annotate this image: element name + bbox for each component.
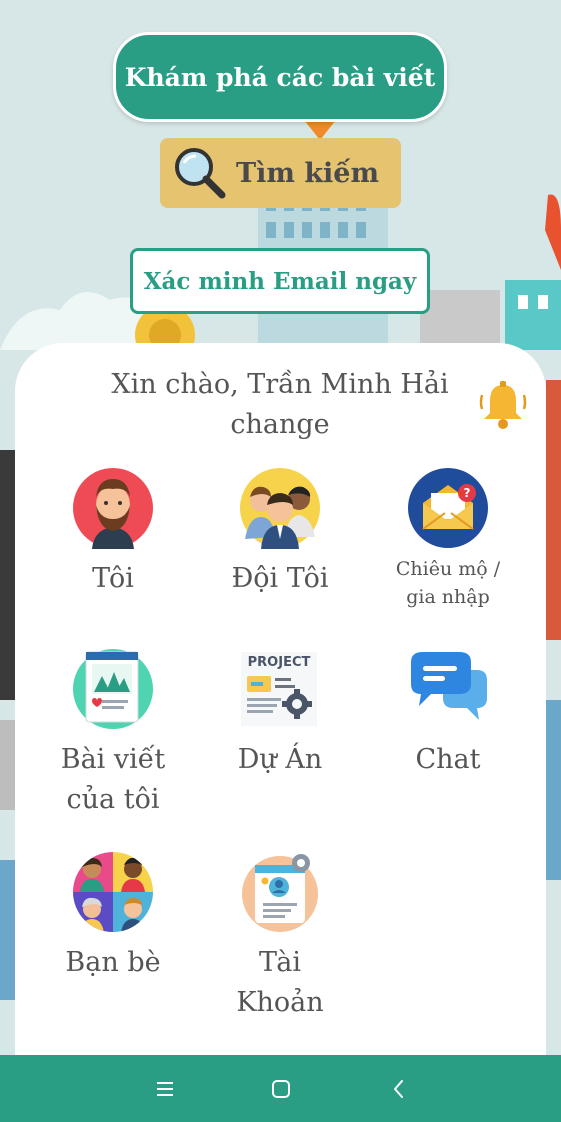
menu-item-account-label: Tài Khoản: [195, 943, 365, 1023]
my-posts-line2: của tôi: [66, 784, 160, 815]
verify-email-button[interactable]: Xác minh Email ngay: [130, 248, 430, 314]
explore-posts-button[interactable]: Khám phá các bài viết: [113, 32, 447, 122]
menu-item-me[interactable]: Tôi: [28, 467, 198, 599]
menu-item-friends[interactable]: Bạn bè: [28, 851, 198, 983]
envelope-question-icon: ?: [408, 468, 488, 548]
menu-item-friends-label: Bạn bè: [65, 947, 161, 978]
greeting-name: Xin chào, Trần Minh Hải: [111, 369, 449, 400]
account-line1: Tài: [259, 947, 301, 978]
menu-item-chat-label: Chat: [415, 744, 481, 775]
bearded-man-avatar-icon: [73, 468, 153, 549]
chat-bubbles-icon: [411, 652, 487, 720]
svg-text:?: ?: [464, 486, 471, 500]
account-profile-icon: [242, 854, 318, 932]
menu-item-chat[interactable]: Chat: [363, 648, 533, 780]
my-posts-line1: Bài viết: [60, 744, 166, 775]
main-menu-card: Xin chào, Trần Minh Hải change Tôi Đội T…: [15, 343, 546, 1058]
menu-item-projects-label: Dự Án: [237, 744, 323, 775]
menu-item-projects[interactable]: PROJECT Dự Án: [195, 648, 365, 780]
recruit-join-line2: gia nhập: [406, 586, 490, 608]
account-line2: Khoản: [236, 987, 324, 1018]
search-label: Tìm kiếm: [236, 157, 380, 189]
menu-lines-icon[interactable]: [151, 1075, 179, 1103]
square-home-icon[interactable]: [267, 1075, 295, 1103]
back-chevron-icon[interactable]: [385, 1075, 413, 1103]
recruit-join-line1: Chiêu mộ /: [395, 558, 501, 580]
magnifier-icon: [175, 148, 226, 199]
svg-text:PROJECT: PROJECT: [248, 655, 311, 670]
friends-grid-icon: [73, 852, 153, 932]
menu-item-my-posts[interactable]: Bài viết của tôi: [28, 648, 198, 820]
menu-item-recruit-join[interactable]: ? Chiêu mộ / gia nhập: [363, 467, 533, 611]
search-button[interactable]: Tìm kiếm: [160, 138, 401, 208]
menu-item-my-posts-label: Bài viết của tôi: [28, 740, 198, 820]
system-nav-bar: [0, 1055, 561, 1122]
bell-icon[interactable]: [478, 379, 528, 431]
menu-item-my-team[interactable]: Đội Tôi: [195, 467, 365, 599]
menu-item-me-label: Tôi: [92, 563, 134, 594]
menu-item-recruit-join-label: Chiêu mộ / gia nhập: [363, 555, 533, 611]
explore-posts-label: Khám phá các bài viết: [124, 62, 436, 92]
photo-post-icon: [73, 649, 153, 729]
project-document-icon: PROJECT: [241, 652, 317, 726]
menu-item-account[interactable]: Tài Khoản: [195, 851, 365, 1023]
change-link[interactable]: change: [90, 405, 470, 445]
greeting: Xin chào, Trần Minh Hải change: [90, 365, 470, 445]
menu-item-my-team-label: Đội Tôi: [231, 563, 329, 594]
team-group-icon: [240, 468, 320, 549]
verify-email-label: Xác minh Email ngay: [143, 267, 417, 295]
